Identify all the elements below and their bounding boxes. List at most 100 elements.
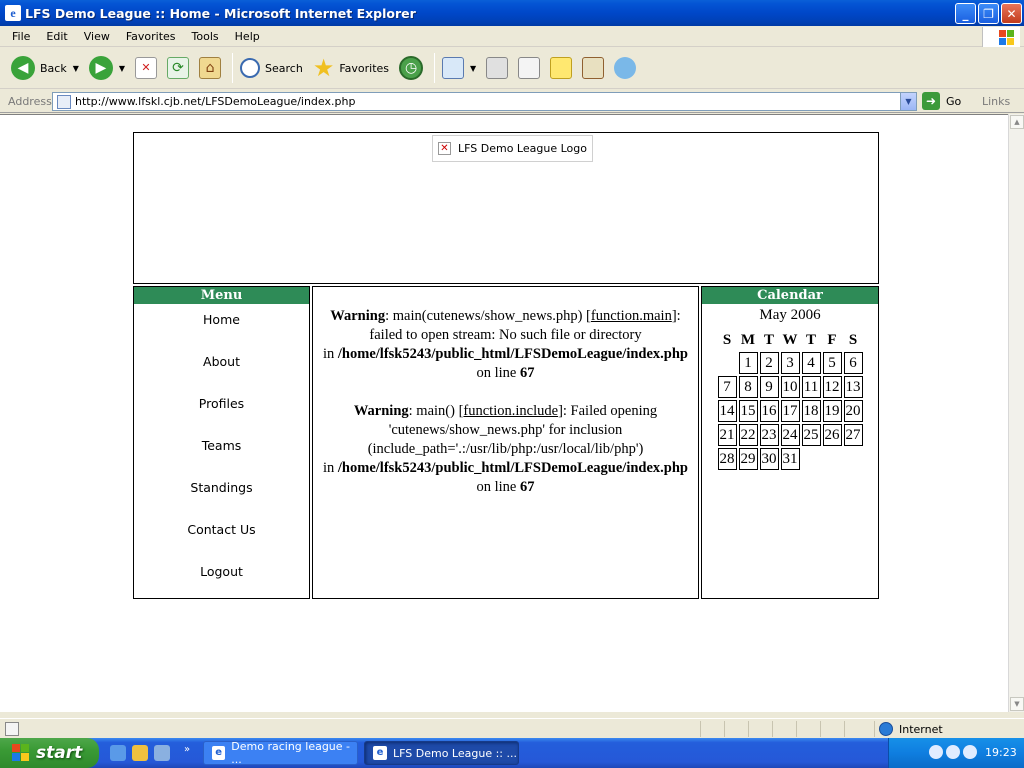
menu-link-profiles[interactable]: Profiles	[134, 388, 309, 430]
menu-file[interactable]: File	[4, 30, 38, 43]
mail-icon	[442, 57, 465, 79]
warning-text: : main() [	[408, 403, 464, 419]
taskbar-item-active[interactable]: e LFS Demo League :: ...	[364, 741, 519, 765]
menu-link-contact-us[interactable]: Contact Us	[134, 514, 309, 556]
calendar-empty-cell	[823, 448, 842, 470]
menu-link-standings[interactable]: Standings	[134, 472, 309, 514]
discuss-button[interactable]	[547, 51, 575, 85]
messenger-button[interactable]	[611, 51, 639, 85]
search-button[interactable]: Search	[237, 51, 306, 85]
favorites-button[interactable]: ★ Favorites	[310, 51, 392, 85]
menu-link-about[interactable]: About	[134, 346, 309, 388]
calendar-day: 15	[738, 400, 758, 422]
menu-favorites[interactable]: Favorites	[118, 30, 184, 43]
broken-image-icon: ✕	[438, 142, 451, 155]
quicklaunch-chevron-icon[interactable]: »	[184, 744, 190, 755]
calendar-day: 26	[822, 424, 842, 446]
back-dropdown-icon[interactable]: ▼	[73, 64, 79, 73]
security-icon[interactable]	[963, 745, 977, 759]
calendar-day: 1	[738, 352, 758, 374]
taskbar: start » e Demo racing league - ... e LFS…	[0, 738, 1024, 768]
title-bar: e LFS Demo League :: Home - Microsoft In…	[0, 0, 1024, 26]
messenger-icon	[614, 57, 637, 79]
address-input[interactable]: http://www.lfskl.cjb.net/LFSDemoLeague/i…	[52, 92, 917, 111]
address-url[interactable]: http://www.lfskl.cjb.net/LFSDemoLeague/i…	[75, 95, 355, 108]
warning-text: : main(cutenews/show_news.php) [	[385, 308, 591, 324]
file-path: /home/lfsk5243/public_html/LFSDemoLeague…	[337, 346, 688, 362]
mail-button[interactable]: ▼	[439, 51, 479, 85]
go-button[interactable]: ➜ Go	[922, 92, 961, 110]
star-icon: ★	[312, 54, 335, 82]
forward-button[interactable]: ▶ ▼	[86, 51, 128, 85]
zone-label: Internet	[899, 722, 943, 736]
ie-icon: e	[212, 746, 226, 760]
week-row: 7 8 9 10 11 12 13	[717, 376, 863, 398]
calendar-empty-cell	[844, 448, 863, 470]
taskbar-item[interactable]: e Demo racing league - ...	[203, 740, 358, 766]
calendar-day: 28	[717, 448, 737, 470]
globe-icon	[879, 722, 893, 736]
print-button[interactable]	[483, 51, 511, 85]
menu-help[interactable]: Help	[227, 30, 268, 43]
refresh-icon: ⟳	[167, 57, 190, 79]
menu-heading: Menu	[134, 287, 309, 304]
scroll-down-icon[interactable]: ▼	[1010, 697, 1024, 711]
warning-text: in	[323, 460, 335, 476]
ie-icon: e	[5, 5, 21, 21]
messenger-quicklaunch-icon[interactable]	[154, 745, 170, 761]
restore-button[interactable]: ❐	[978, 3, 999, 24]
print-icon	[486, 57, 509, 79]
menu-tools[interactable]: Tools	[184, 30, 227, 43]
history-button[interactable]: ◷	[396, 51, 426, 85]
news-content: Warning: main(cutenews/show_news.php) [f…	[313, 287, 698, 497]
media-quicklaunch-icon[interactable]	[132, 745, 148, 761]
forward-arrow-icon: ▶	[88, 56, 113, 80]
menu-link-logout[interactable]: Logout	[134, 556, 309, 598]
network-icon[interactable]	[946, 745, 960, 759]
address-label: Address	[8, 94, 52, 108]
week-row: 1 2 3 4 5 6	[718, 352, 863, 374]
calendar-day: 16	[759, 400, 779, 422]
refresh-button[interactable]: ⟳	[164, 51, 192, 85]
calendar-day: 31	[780, 448, 800, 470]
ie-quicklaunch-icon[interactable]	[110, 745, 126, 761]
menu-link-teams[interactable]: Teams	[134, 430, 309, 472]
toolbar: ◀ Back ▼ ▶ ▼ ✕ ⟳ ⌂ Search ★ Favorites ◷ …	[0, 48, 1024, 89]
function-link[interactable]: function.main	[591, 308, 672, 324]
calendar-day: 11	[801, 376, 821, 398]
back-label: Back	[40, 61, 67, 75]
weekday-label: S	[848, 331, 858, 348]
warning-label: Warning	[353, 403, 409, 419]
vertical-scrollbar[interactable]: ▲ ▼	[1008, 114, 1024, 712]
forward-dropdown-icon[interactable]: ▼	[119, 64, 125, 73]
menu-list: Home About Profiles Teams Standings Cont…	[134, 304, 309, 598]
calendar-day: 3	[780, 352, 800, 374]
address-dropdown-icon[interactable]: ▼	[900, 93, 916, 110]
weekday-label: S	[722, 331, 732, 348]
back-button[interactable]: ◀ Back ▼	[8, 51, 82, 85]
note-icon	[550, 57, 573, 79]
calendar-day: 13	[843, 376, 863, 398]
start-button[interactable]: start	[0, 738, 99, 768]
calendar-day: 30	[759, 448, 779, 470]
stop-icon: ✕	[135, 57, 158, 79]
menu-link-home[interactable]: Home	[134, 304, 309, 346]
scroll-up-icon[interactable]: ▲	[1010, 115, 1024, 129]
go-arrow-icon: ➜	[922, 92, 940, 110]
edit-button[interactable]	[515, 51, 543, 85]
menu-edit[interactable]: Edit	[38, 30, 75, 43]
close-button[interactable]: ✕	[1001, 3, 1022, 24]
menu-view[interactable]: View	[76, 30, 118, 43]
links-button[interactable]: Links	[982, 95, 1010, 108]
home-button[interactable]: ⌂	[196, 51, 224, 85]
security-zone: Internet	[874, 721, 943, 737]
minimize-button[interactable]: _	[955, 3, 976, 24]
calendar-month: May 2006	[759, 307, 821, 323]
tray-expand-icon[interactable]	[929, 745, 943, 759]
function-link[interactable]: function.include	[463, 403, 558, 419]
calendar-day: 5	[822, 352, 842, 374]
calendar-day: 17	[780, 400, 800, 422]
research-button[interactable]	[579, 51, 607, 85]
mail-dropdown-icon[interactable]: ▼	[470, 64, 476, 73]
stop-button[interactable]: ✕	[132, 51, 160, 85]
